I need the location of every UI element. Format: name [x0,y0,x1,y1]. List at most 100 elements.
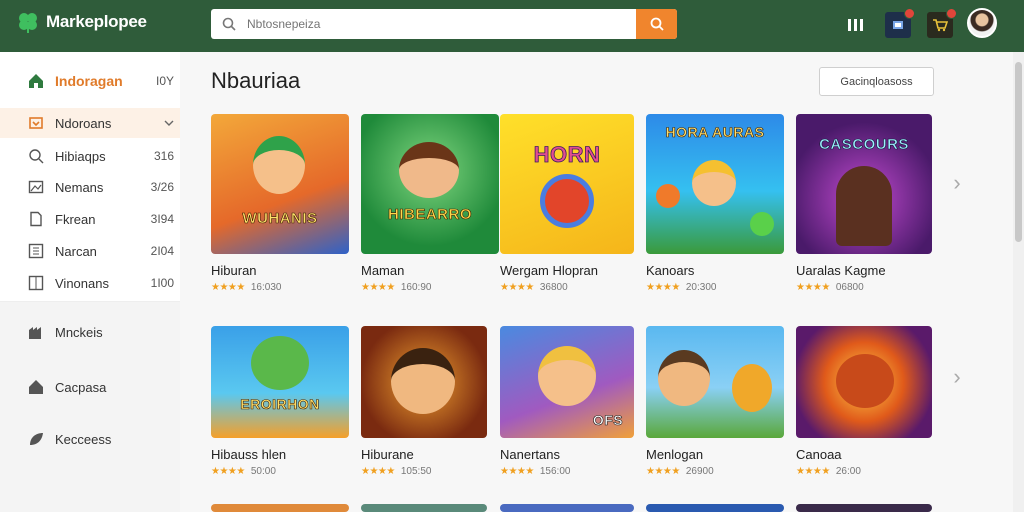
product-title[interactable]: Hibauss hlen [211,447,349,462]
search-icon [27,147,45,165]
product-card[interactable]: Canoaa ★★★★ 26:00 [796,326,934,477]
product-thumbnail[interactable] [646,504,784,512]
user-avatar[interactable] [967,8,997,38]
thumbnail-text: HIBEARRO [387,206,472,224]
chevron-down-icon [164,116,174,130]
sidebar-item-houses[interactable]: Cacpasa [0,372,180,402]
rating-row: ★★★★ 16:030 [211,282,349,293]
cart-icon[interactable] [927,8,957,38]
vertical-scrollbar[interactable] [1013,52,1024,512]
review-count: 36800 [539,282,568,293]
thumbnail-text: EROIRHON [240,396,320,413]
product-thumbnail[interactable] [646,326,784,438]
product-card[interactable]: HORA AURAS Kanoars ★★★★ 20:300 [646,114,784,293]
product-thumbnail[interactable]: CASCOURS [796,114,932,254]
rating-stars: ★★★★ [796,282,830,293]
product-card[interactable]: HIBEARRO Maman ★★★★ 160:90 [361,114,499,293]
product-card[interactable]: OFS Nanertans ★★★★ 156:00 [500,326,638,477]
character-face [658,350,710,406]
ball-shape [750,212,774,236]
sidebar-item-1[interactable]: Hibiaqps 316 [0,141,180,171]
sidebar-item-settings[interactable]: Kecceess [0,424,180,454]
product-card[interactable]: Menlogan ★★★★ 26900 [646,326,784,477]
character-silhouette [836,166,892,246]
product-title[interactable]: Canoaa [796,447,934,462]
sidebar-item-5[interactable]: Vinonans 1I00 [0,268,180,298]
product-card[interactable]: WUHANIS Hiburan ★★★★ 16:030 [211,114,349,293]
sidebar-item-label: Vinonans [55,275,109,291]
review-count: 105:50 [400,466,432,477]
rating-stars: ★★★★ [646,282,680,293]
sidebar-item-2[interactable]: Nemans 3/26 [0,172,180,202]
thumbnail-text: CASCOURS [819,136,909,154]
creature-shape [732,364,772,412]
sidebar-item-label: Nemans [55,179,104,195]
leaf-icon [27,430,45,448]
image-icon [27,178,45,196]
search-button[interactable] [636,9,677,39]
product-title[interactable]: Menlogan [646,447,784,462]
clover-logo-icon [19,13,37,33]
product-thumbnail[interactable] [361,326,487,438]
product-thumbnail[interactable]: HIBEARRO [361,114,499,254]
sidebar-lower-section: Mnckeis Cacpasa Kecceess [0,302,180,512]
product-thumbnail[interactable]: WUHANIS [211,114,349,254]
carousel-next-arrow-icon[interactable]: › [948,362,966,392]
product-title[interactable]: Kanoars [646,263,784,278]
sort-dropdown-button[interactable]: Gacinqloasoss [819,67,934,96]
rating-stars: ★★★★ [500,466,534,477]
carousel-next-arrow-icon[interactable]: › [948,168,966,198]
sidebar-item-count: 2I04 [150,244,174,258]
tag-icon [27,114,45,132]
rating-stars: ★★★★ [361,466,395,477]
house-icon [27,378,45,396]
product-card[interactable]: CASCOURS Uaralas Kagme ★★★★ 06800 [796,114,934,293]
character-face [399,142,459,198]
product-title[interactable]: Nanertans [500,447,638,462]
product-card[interactable]: Hiburane ★★★★ 105:50 [361,326,499,477]
review-count: 50:00 [250,466,276,477]
thumbnail-text: HORA AURAS [665,124,765,141]
review-count: 160:90 [400,282,432,293]
product-thumbnail[interactable] [361,504,487,512]
product-title[interactable]: Maman [361,263,499,278]
review-count: 16:030 [250,282,282,293]
rating-stars: ★★★★ [646,466,680,477]
product-thumbnail[interactable] [796,504,932,512]
sidebar-item-count: 1I00 [150,276,174,290]
product-title[interactable]: Hiburan [211,263,349,278]
product-thumbnail[interactable]: OFS [500,326,634,438]
product-card[interactable]: HORN Wergam Hlopran ★★★★ 36800 [500,114,638,293]
product-title[interactable]: Hiburane [361,447,499,462]
product-card[interactable]: EROIRHON Hibauss hlen ★★★★ 50:00 [211,326,349,477]
product-thumbnail[interactable]: HORN [500,114,634,254]
sidebar-item-label: Mnckeis [55,324,103,340]
product-title[interactable]: Wergam Hlopran [500,263,638,278]
document-icon [27,210,45,228]
product-title[interactable]: Uaralas Kagme [796,263,934,278]
product-thumbnail[interactable] [211,504,349,512]
sidebar-item-categories[interactable]: Ndoroans [0,108,180,138]
notifications-icon[interactable] [885,8,915,38]
product-thumbnail[interactable]: EROIRHON [211,326,349,438]
logo[interactable]: Markeplopee [16,10,147,34]
rating-row: ★★★★ 156:00 [500,466,638,477]
search-input[interactable] [247,9,636,39]
product-thumbnail[interactable]: HORA AURAS [646,114,784,254]
grid-menu-icon[interactable] [843,12,869,38]
rating-row: ★★★★ 50:00 [211,466,349,477]
thumbnail-text: OFS [592,412,624,429]
product-thumbnail[interactable] [500,504,634,512]
store-icon [27,323,45,341]
search-icon [211,17,247,31]
sidebar-item-3[interactable]: Fkrean 3I94 [0,204,180,234]
rating-row: ★★★★ 36800 [500,282,638,293]
scrollbar-thumb[interactable] [1015,62,1022,242]
sidebar-item-stores[interactable]: Mnckeis [0,317,180,347]
sidebar-item-4[interactable]: Narcan 2I04 [0,236,180,266]
sidebar-item-home[interactable]: Indoragan I0Y [0,66,180,96]
rating-row: ★★★★ 26:00 [796,466,934,477]
rating-row: ★★★★ 160:90 [361,282,499,293]
product-thumbnail[interactable] [796,326,932,438]
home-icon [27,72,45,90]
